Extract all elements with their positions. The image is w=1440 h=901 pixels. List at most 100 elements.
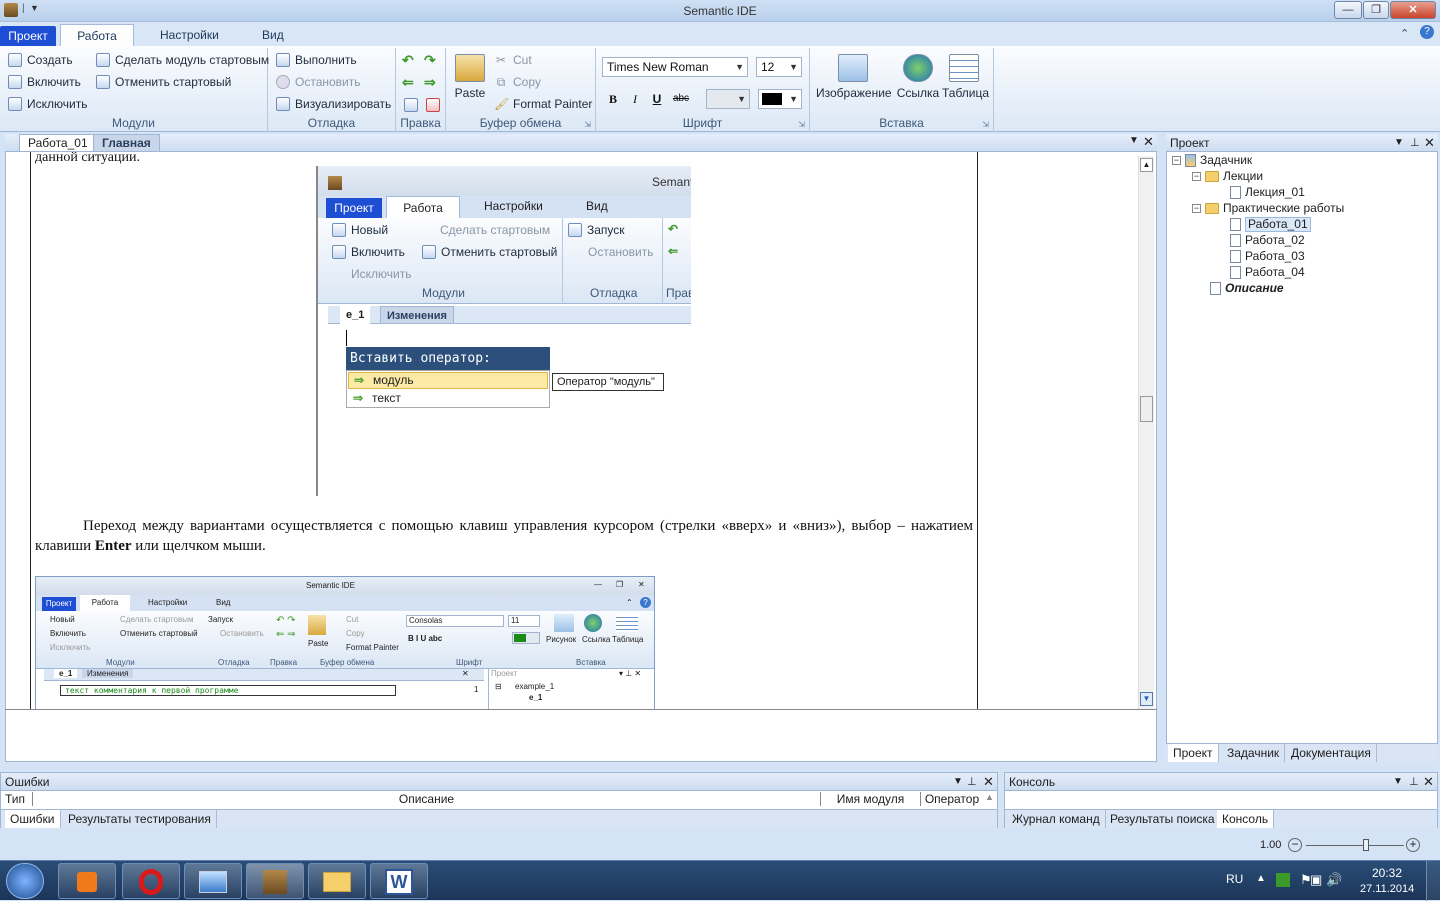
tab-view[interactable]: Вид [252,24,294,46]
tree-node-work-04[interactable]: Работа_04 [1172,264,1432,280]
zoom-slider-thumb[interactable] [1363,839,1370,851]
clipboard-launcher-icon[interactable]: ⇲ [584,120,591,129]
tree-node-work-03[interactable]: Работа_03 [1172,248,1432,264]
zoom-track[interactable] [1306,845,1404,846]
exclude-button[interactable]: Исключить [8,94,87,114]
font-launcher-icon[interactable]: ⇲ [798,120,805,129]
tab-test-results[interactable]: Результаты тестирования [63,810,217,828]
scroll-up-icon[interactable]: ▲ [1140,158,1153,172]
doc-tab-work-01[interactable]: Работа_01 [19,134,97,151]
clock-time[interactable]: 20:32 [1372,866,1402,880]
highlight-color-picker[interactable]: ▼ [706,89,750,109]
tab-taskbook[interactable]: Задачник [1222,744,1286,762]
taskbar-explorer-window[interactable] [184,863,242,899]
tree-node-practical[interactable]: − Практические работы [1172,200,1432,216]
tab-documentation[interactable]: Документация [1286,744,1377,762]
taskbar-media-player[interactable] [58,863,116,899]
scroll-down-icon[interactable]: ▼ [1140,692,1153,706]
doc-close-icon[interactable]: ✕ [1143,134,1154,150]
tree-node-lecture-01[interactable]: Лекция_01 [1172,184,1432,200]
col-type[interactable]: Тип [5,792,33,806]
panel-close-icon[interactable]: ✕ [1423,773,1434,791]
tab-project[interactable]: Проект [0,26,56,46]
insert-image-button[interactable]: Изображение [816,54,892,100]
start-button[interactable] [6,863,44,899]
insert-launcher-icon[interactable]: ⇲ [982,120,989,129]
tab-project-panel[interactable]: Проект [1168,744,1219,762]
undo-icon[interactable]: ↶ [402,52,414,69]
doc-tabs-dropdown-icon[interactable]: ▼ [1129,135,1139,146]
show-desktop-button[interactable] [1426,861,1440,901]
font-size-select[interactable]: 12 ▼ [756,57,802,77]
clock-date[interactable]: 27.11.2014 [1360,883,1414,895]
tab-search-results[interactable]: Результаты поиска [1105,810,1221,828]
strikethrough-button[interactable]: abc [670,90,692,108]
tree-node-work-02[interactable]: Работа_02 [1172,232,1432,248]
taskbar-file-explorer[interactable] [308,863,366,899]
close-button[interactable]: ✕ [1390,1,1436,19]
volume-icon[interactable]: 🔊 [1326,872,1342,888]
ribbon-collapse-icon[interactable]: ⌃ [1400,27,1409,40]
help-icon[interactable]: ? [1420,25,1434,39]
document-vertical-scrollbar[interactable]: ▲ ▼ [1138,156,1154,710]
pin-icon[interactable]: ⊥ [967,773,977,791]
maximize-button[interactable]: ❐ [1363,1,1389,19]
taskbar-semantic-ide[interactable] [246,863,304,899]
copy-button[interactable]: ⧉ Copy [494,72,541,92]
replace-icon[interactable] [426,98,440,112]
cut-button[interactable]: ✂ Cut [494,50,532,70]
make-start-button[interactable]: Сделать модуль стартовым [96,50,269,70]
run-button[interactable]: Выполнить [276,50,357,70]
create-button[interactable]: Создать [8,50,73,70]
tray-app-icon[interactable] [1276,873,1290,887]
col-description[interactable]: Описание [33,792,821,806]
taskbar-opera[interactable] [122,863,180,899]
visualize-button[interactable]: Визуализировать [276,94,391,114]
tree-node-lectures[interactable]: − Лекции [1172,168,1432,184]
paste-button[interactable]: Paste [448,54,492,100]
tab-work[interactable]: Работа [60,24,134,46]
collapse-toggle-icon[interactable]: − [1172,155,1181,165]
font-name-select[interactable]: Times New Roman ▼ [602,57,748,77]
tab-command-log[interactable]: Журнал команд [1007,810,1106,828]
scroll-thumb[interactable] [1140,396,1153,422]
insert-table-button[interactable]: Таблица [942,54,989,100]
tray-expand-icon[interactable]: ▲ [1256,873,1266,884]
insert-link-button[interactable]: Ссылка [896,54,940,100]
format-painter-button[interactable]: 🖌 Format Painter [494,94,592,114]
italic-button[interactable]: I [626,90,644,108]
collapse-toggle-icon[interactable]: − [1192,203,1201,213]
doc-tab-main[interactable]: Главная [93,134,160,151]
redo-icon[interactable]: ↷ [424,52,436,69]
panel-close-icon[interactable]: ✕ [983,773,994,791]
tree-node-root[interactable]: − Задачник [1172,152,1432,168]
bold-button[interactable]: B [604,90,622,108]
font-color-picker[interactable]: ▼ [758,89,802,109]
network-icon[interactable]: ▣ [1310,872,1322,888]
col-module-name[interactable]: Имя модуля [821,792,921,806]
tab-console[interactable]: Консоль [1217,810,1275,828]
cancel-start-button[interactable]: Отменить стартовый [96,72,231,92]
tree-node-description[interactable]: Описание [1172,280,1432,296]
minimize-button[interactable]: — [1334,1,1362,19]
pin-icon[interactable]: ⊥ [1409,773,1419,791]
tree-node-work-01[interactable]: Работа_01 [1172,216,1432,232]
col-operator[interactable]: Оператор [921,792,983,806]
document-page[interactable]: данной ситуации. Semanti Проект Работа Н… [30,152,978,710]
include-button[interactable]: Включить [8,72,81,92]
tab-errors[interactable]: Ошибки [5,810,61,828]
find-icon[interactable] [404,98,418,112]
collapse-toggle-icon[interactable]: − [1192,171,1201,181]
move-left-icon[interactable]: ⇐ [402,74,414,91]
panel-close-icon[interactable]: ✕ [1424,134,1435,152]
taskbar-word[interactable]: W [370,863,428,899]
move-right-icon[interactable]: ⇒ [424,74,436,91]
language-indicator[interactable]: RU [1226,872,1243,886]
pin-icon[interactable]: ⊥ [1410,134,1420,152]
scroll-up-icon[interactable]: ▲ [985,792,994,802]
panel-dropdown-icon[interactable]: ▼ [953,773,963,791]
zoom-in-icon[interactable]: + [1406,838,1420,852]
underline-button[interactable]: U [648,90,666,108]
tab-settings[interactable]: Настройки [150,24,229,46]
panel-dropdown-icon[interactable]: ▼ [1394,134,1404,152]
